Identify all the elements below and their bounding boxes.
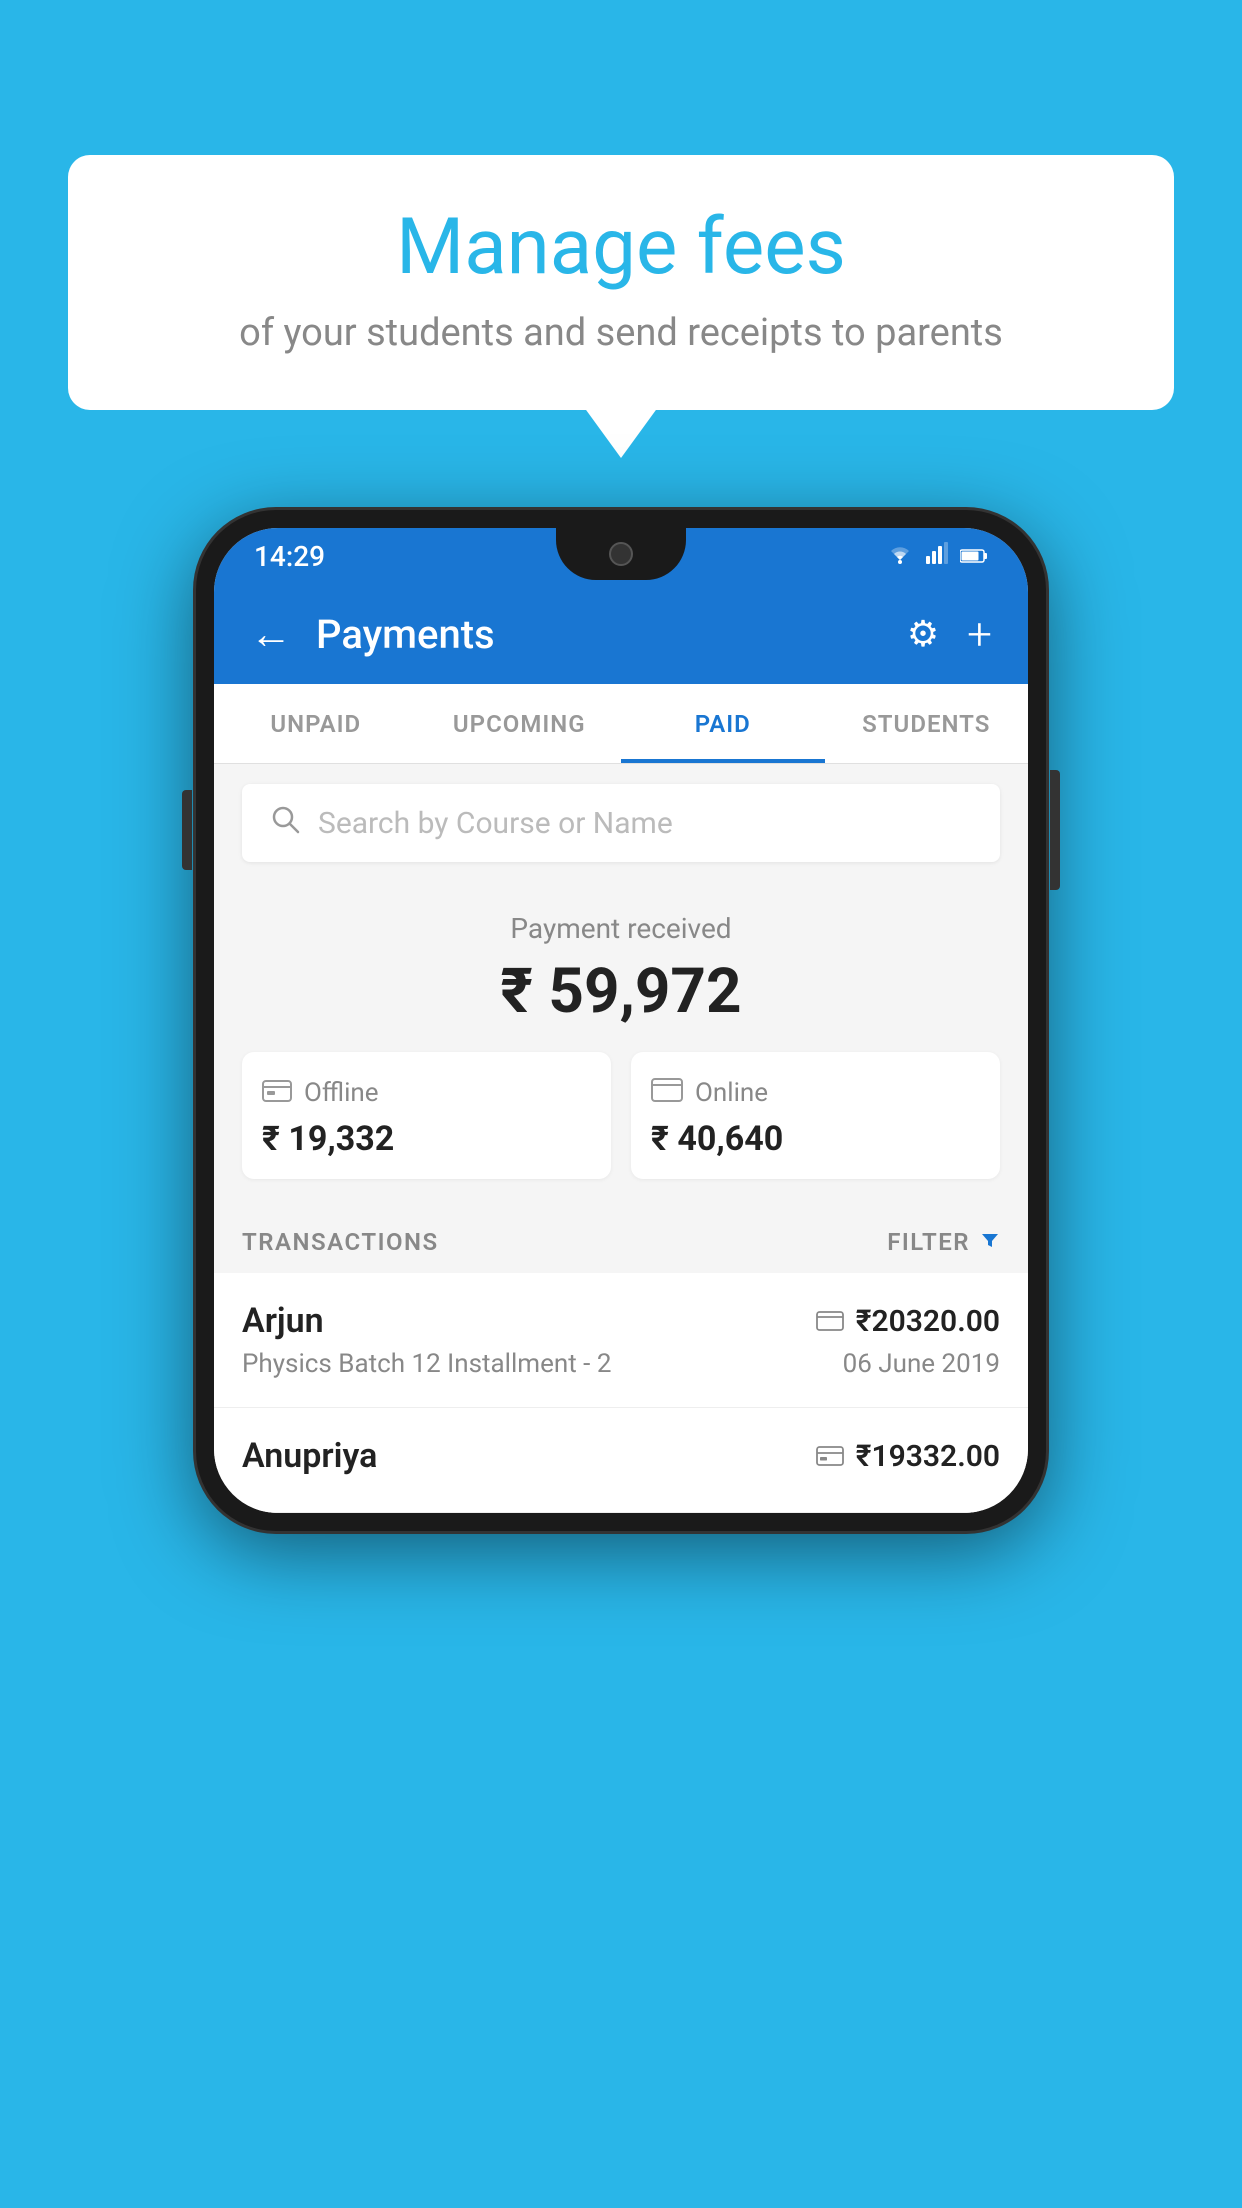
online-payment-card: Online ₹ 40,640 — [631, 1052, 1000, 1179]
transaction-list: Arjun ₹20320.00 Physics — [214, 1273, 1028, 1513]
online-amount: ₹ 40,640 — [651, 1119, 980, 1159]
table-row[interactable]: Anupriya ₹19332.00 — [214, 1408, 1028, 1513]
offline-label: Offline — [304, 1078, 379, 1108]
tab-unpaid[interactable]: UNPAID — [214, 684, 418, 763]
notch-camera — [609, 542, 633, 566]
transaction-amount-container: ₹20320.00 — [816, 1304, 1000, 1339]
online-card-header: Online — [651, 1076, 980, 1109]
payment-received-label: Payment received — [242, 912, 1000, 945]
tabs-bar: UNPAID UPCOMING PAID STUDENTS — [214, 684, 1028, 764]
transaction-amount-container: ₹19332.00 — [816, 1439, 1000, 1474]
status-time: 14:29 — [254, 540, 325, 573]
phone-wrapper: 14:29 — [196, 510, 1046, 1531]
notch — [556, 528, 686, 580]
transaction-row-top: Anupriya ₹19332.00 — [242, 1436, 1000, 1476]
payment-cards: Offline ₹ 19,332 Online — [242, 1052, 1000, 1179]
online-icon — [651, 1076, 683, 1109]
app-bar-icons: ⚙ + — [907, 608, 992, 660]
status-icons — [886, 542, 988, 570]
transaction-amount: ₹20320.00 — [856, 1304, 1000, 1339]
online-payment-icon — [816, 1305, 844, 1338]
transactions-header: TRANSACTIONS FILTER — [214, 1207, 1028, 1273]
transaction-row-bottom: Physics Batch 12 Installment - 2 06 June… — [242, 1349, 1000, 1379]
offline-card-header: Offline — [262, 1076, 591, 1109]
offline-icon — [262, 1076, 292, 1109]
filter-button[interactable]: FILTER — [887, 1227, 1000, 1257]
search-placeholder: Search by Course or Name — [318, 806, 673, 841]
phone-frame: 14:29 — [196, 510, 1046, 1531]
transaction-date: 06 June 2019 — [843, 1349, 1000, 1379]
app-bar: ← Payments ⚙ + — [214, 584, 1028, 684]
table-row[interactable]: Arjun ₹20320.00 Physics — [214, 1273, 1028, 1408]
search-icon — [270, 804, 300, 842]
tab-upcoming[interactable]: UPCOMING — [418, 684, 622, 763]
search-box[interactable]: Search by Course or Name — [242, 784, 1000, 862]
transaction-course: Physics Batch 12 Installment - 2 — [242, 1349, 611, 1379]
filter-icon — [980, 1227, 1000, 1257]
bubble-title: Manage fees — [128, 205, 1114, 291]
offline-payment-card: Offline ₹ 19,332 — [242, 1052, 611, 1179]
search-container: Search by Course or Name — [214, 764, 1028, 882]
speech-bubble: Manage fees of your students and send re… — [68, 155, 1174, 410]
phone-screen: 14:29 — [214, 528, 1028, 1513]
tab-paid[interactable]: PAID — [621, 684, 825, 763]
offline-amount: ₹ 19,332 — [262, 1119, 591, 1159]
back-button[interactable]: ← — [250, 610, 292, 659]
filter-label: FILTER — [887, 1228, 970, 1256]
tab-students[interactable]: STUDENTS — [825, 684, 1029, 763]
settings-icon[interactable]: ⚙ — [907, 613, 939, 655]
signal-icon — [926, 542, 948, 570]
transaction-amount: ₹19332.00 — [856, 1439, 1000, 1474]
transactions-label: TRANSACTIONS — [242, 1228, 439, 1256]
offline-payment-icon — [816, 1440, 844, 1473]
add-icon[interactable]: + — [967, 608, 992, 660]
wifi-icon — [886, 542, 914, 570]
battery-icon — [960, 542, 988, 570]
app-bar-title: Payments — [316, 611, 883, 658]
online-label: Online — [695, 1078, 768, 1108]
bubble-subtitle: of your students and send receipts to pa… — [128, 311, 1114, 355]
transaction-row-top: Arjun ₹20320.00 — [242, 1301, 1000, 1341]
speech-bubble-container: Manage fees of your students and send re… — [68, 155, 1174, 410]
payment-total-amount: ₹ 59,972 — [242, 955, 1000, 1028]
transaction-name: Anupriya — [242, 1436, 377, 1476]
transaction-name: Arjun — [242, 1301, 324, 1341]
status-bar: 14:29 — [214, 528, 1028, 584]
payment-summary: Payment received ₹ 59,972 — [214, 882, 1028, 1207]
